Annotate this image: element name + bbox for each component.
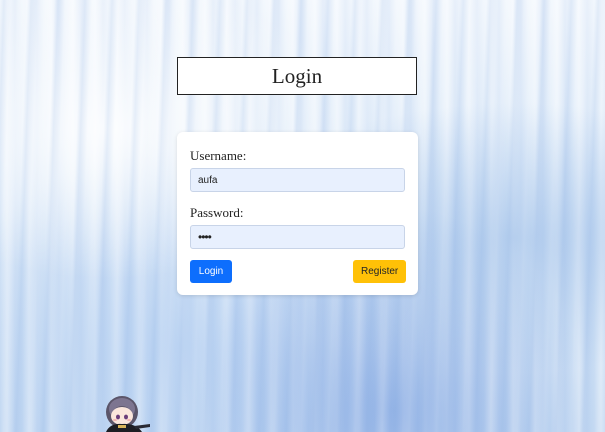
mascot-icon: [106, 396, 150, 432]
login-card: Username: Password: Login Register: [177, 132, 418, 295]
password-label: Password:: [190, 205, 244, 220]
login-button[interactable]: Login: [190, 260, 232, 283]
page-title-box: Login: [177, 57, 417, 95]
password-input[interactable]: [190, 225, 405, 249]
register-button[interactable]: Register: [353, 260, 406, 283]
username-label: Username:: [190, 148, 247, 163]
username-input[interactable]: [190, 168, 405, 192]
page-title: Login: [271, 63, 323, 88]
